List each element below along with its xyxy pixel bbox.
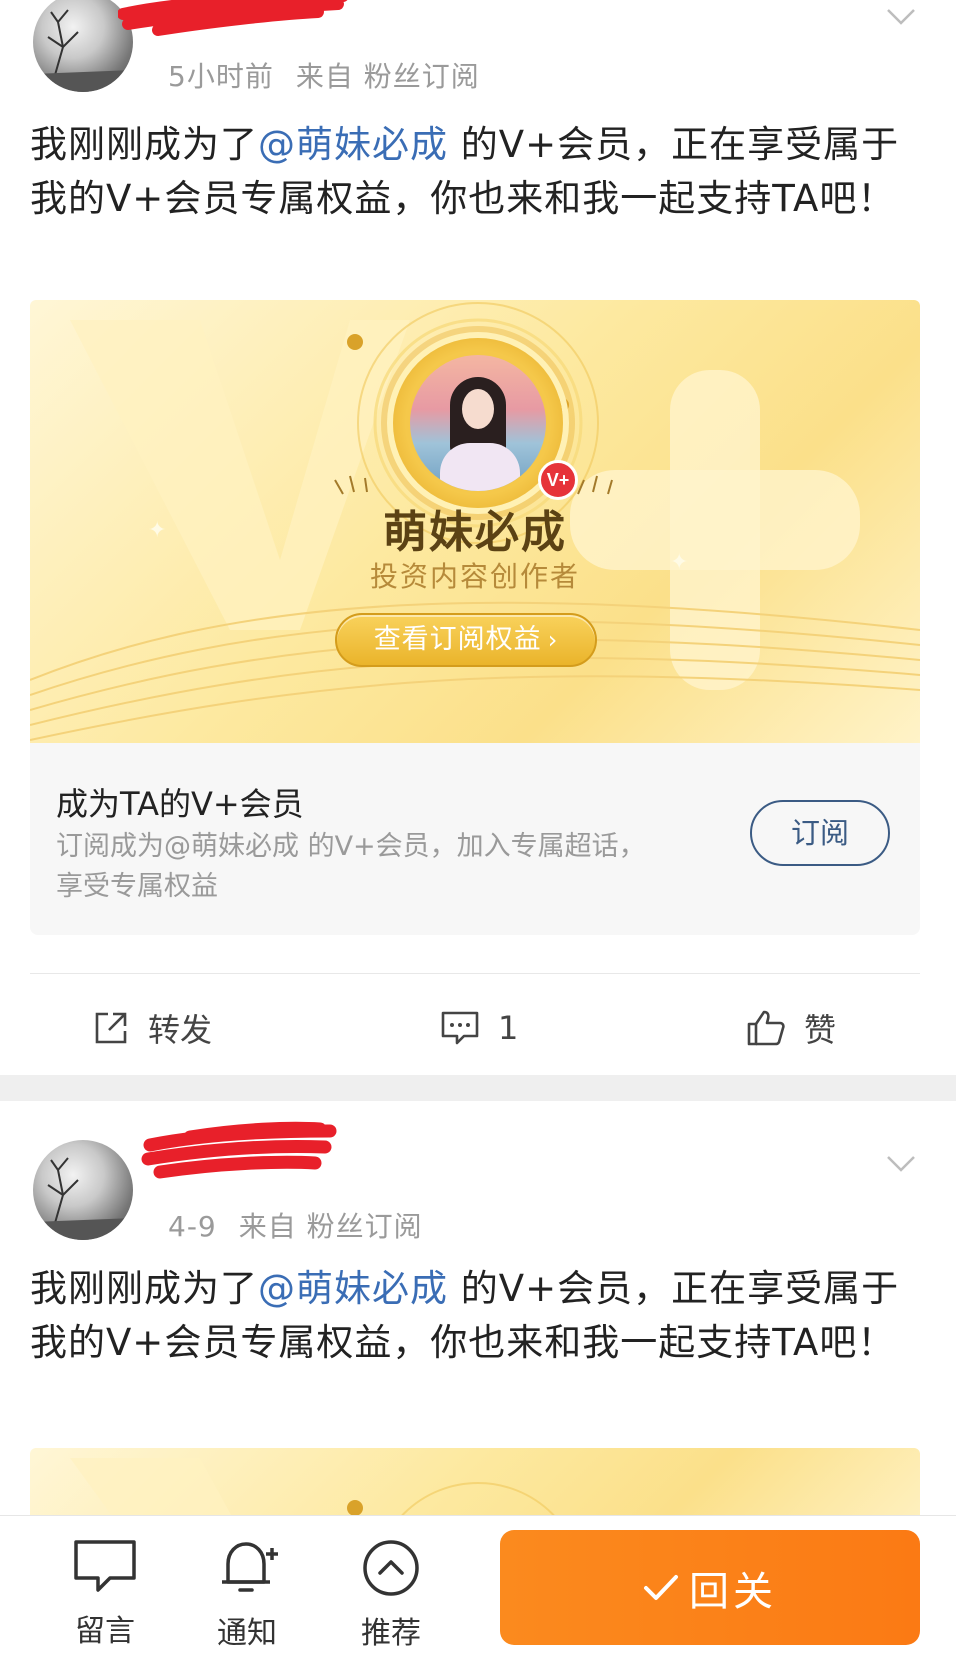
post-source: 来自 粉丝订阅 xyxy=(238,1210,423,1243)
follow-back-label: 回关 xyxy=(689,1568,777,1615)
message-icon xyxy=(74,1540,136,1592)
divider xyxy=(30,973,920,974)
mention-link[interactable]: @萌妹必成 xyxy=(258,1267,448,1310)
redacted-username: 若知 xyxy=(118,0,348,36)
post-source: 来自 粉丝订阅 xyxy=(295,60,480,93)
bottom-bar: 留言 通知 推荐 回关 xyxy=(0,1515,956,1665)
chevron-down-icon[interactable] xyxy=(886,1155,916,1173)
post-text: 我刚刚成为了@萌妹必成 的V+会员，正在享受属于我的V+会员专属权益，你也来和我… xyxy=(30,1262,930,1370)
vplus-badge: V+ xyxy=(538,460,578,500)
leave-message-label: 留言 xyxy=(75,1614,135,1649)
follow-back-button[interactable]: 回关 xyxy=(500,1530,920,1645)
post-text-part: 我刚刚成为了 xyxy=(30,123,258,166)
comment-count: 1 xyxy=(498,1009,519,1047)
post-text-part: 我刚刚成为了 xyxy=(30,1267,258,1310)
view-benefits-label: 查看订阅权益 xyxy=(373,624,542,655)
recommend-button[interactable]: 推荐 xyxy=(341,1538,441,1652)
feed-separator xyxy=(0,1075,956,1101)
avatar[interactable] xyxy=(33,1140,133,1240)
subscribe-title: 成为TA的V+会员 xyxy=(56,785,304,823)
subscribe-button[interactable]: 订阅 xyxy=(750,800,890,866)
leave-message-button[interactable]: 留言 xyxy=(55,1538,155,1650)
subscribe-description: 订阅成为@萌妹必成 的V+会员，加入专属超话，享受专属权益 xyxy=(56,831,646,902)
repost-button[interactable]: 转发 xyxy=(92,1003,212,1053)
repost-label: 转发 xyxy=(148,1011,213,1049)
post-time: 4-9 xyxy=(168,1210,217,1243)
notify-button[interactable]: 通知 xyxy=(197,1538,297,1652)
notify-label: 通知 xyxy=(217,1616,277,1651)
feed: 若知 5小时前 来自 粉丝订阅 我刚刚成为了@萌妹必成 的V+会员，正在享受属于我… xyxy=(0,0,956,1665)
mention-link[interactable]: @萌妹必成 xyxy=(258,123,448,166)
chevron-up-circle-icon xyxy=(363,1540,419,1596)
comment-icon xyxy=(441,1011,479,1045)
view-benefits-button[interactable]: 查看订阅权益 › xyxy=(335,613,597,667)
chevron-down-icon[interactable] xyxy=(886,8,916,26)
chevron-right-icon: › xyxy=(547,626,559,654)
vplus-banner-card[interactable]: V+ ✦ ✦ 萌妹必成 投资内容创作者 查看订阅权益 › xyxy=(30,300,920,743)
like-label: 赞 xyxy=(804,1011,837,1049)
post-text: 我刚刚成为了@萌妹必成 的V+会员，正在享受属于我的V+会员专属权益，你也来和我… xyxy=(30,118,930,226)
subscribe-panel: 成为TA的V+会员 订阅成为@萌妹必成 的V+会员，加入专属超话，享受专属权益 … xyxy=(30,743,920,935)
post-time: 5小时前 xyxy=(168,60,274,93)
creator-avatar xyxy=(410,355,546,491)
creator-role: 投资内容创作者 xyxy=(369,560,580,593)
comment-button[interactable]: 1 xyxy=(440,1003,518,1053)
check-icon xyxy=(644,1574,678,1600)
post-meta: 5小时前 来自 粉丝订阅 xyxy=(168,55,480,95)
post: 若知 5小时前 来自 粉丝订阅 我刚刚成为了@萌妹必成 的V+会员，正在享受属于我… xyxy=(0,0,956,1075)
post-actions: 转发 1 赞 xyxy=(0,985,956,1070)
like-button[interactable]: 赞 xyxy=(746,1003,836,1053)
redacted-username xyxy=(141,1121,337,1179)
recommend-label: 推荐 xyxy=(361,1616,421,1651)
post-meta: 4-9 来自 粉丝订阅 xyxy=(168,1205,423,1245)
thumbs-up-icon xyxy=(747,1010,785,1046)
bell-plus-icon xyxy=(222,1542,278,1592)
creator-name: 萌妹必成 xyxy=(383,507,567,558)
share-icon xyxy=(95,1012,127,1044)
